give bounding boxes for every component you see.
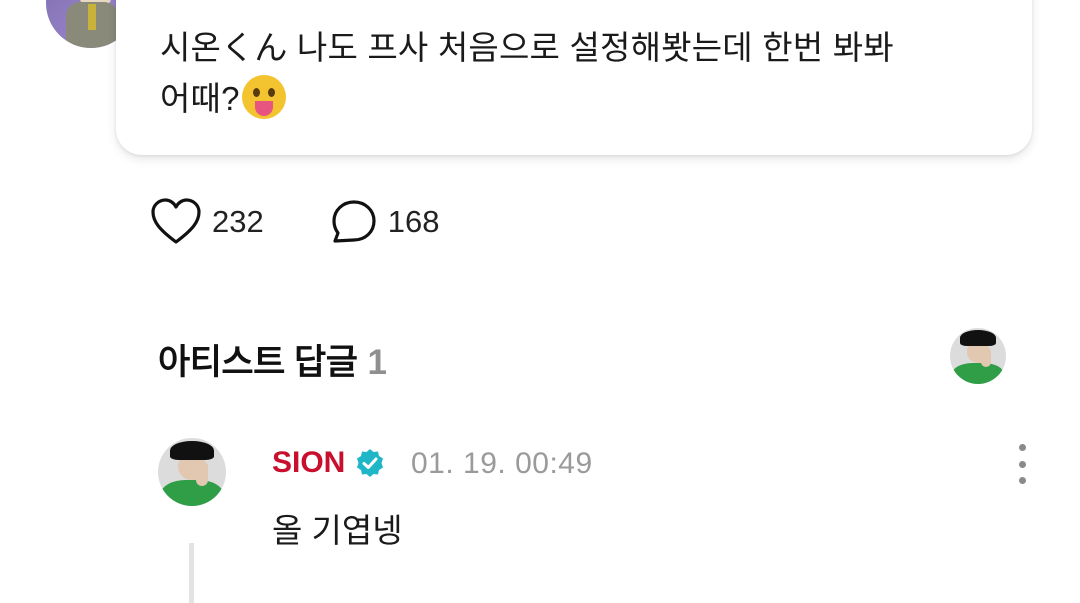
artist-replies-heading: 아티스트 답글 1	[158, 334, 387, 385]
verified-badge-icon	[355, 448, 385, 478]
avatar-tie	[88, 4, 96, 30]
post-text: 시온くん 나도 프사 처음으로 설정해봣는데 한번 봐봐 어때?	[160, 22, 1000, 124]
reply-timestamp: 01. 19. 00:49	[411, 447, 593, 480]
like-button[interactable]: 232	[150, 198, 264, 246]
comment-bubble-icon	[330, 198, 378, 246]
heart-icon	[150, 198, 202, 246]
reply-avatar[interactable]	[158, 438, 226, 506]
post-card: 시온くん 나도 프사 처음으로 설정해봣는데 한번 봐봐 어때?	[116, 0, 1032, 155]
reply-author-name[interactable]: SION	[272, 446, 345, 480]
tongue-emoji-icon	[241, 75, 286, 119]
post-text-line-2: 어때?	[160, 80, 240, 117]
artist-replies-title: 아티스트 답글	[158, 343, 358, 382]
artist-avatar-small[interactable]	[950, 328, 1006, 384]
more-vertical-icon[interactable]	[1008, 444, 1036, 484]
reply-text: 올 기엽넹	[272, 512, 403, 549]
comment-button[interactable]: 168	[330, 198, 440, 246]
comment-count: 168	[387, 204, 440, 239]
post-text-line-1: 시온くん 나도 프사 처음으로 설정해봣는데 한번 봐봐	[160, 29, 894, 66]
like-count: 232	[212, 204, 264, 239]
thread-line	[189, 543, 194, 603]
post-stats: 232 168	[150, 197, 505, 247]
artist-replies-count: 1	[367, 343, 387, 382]
